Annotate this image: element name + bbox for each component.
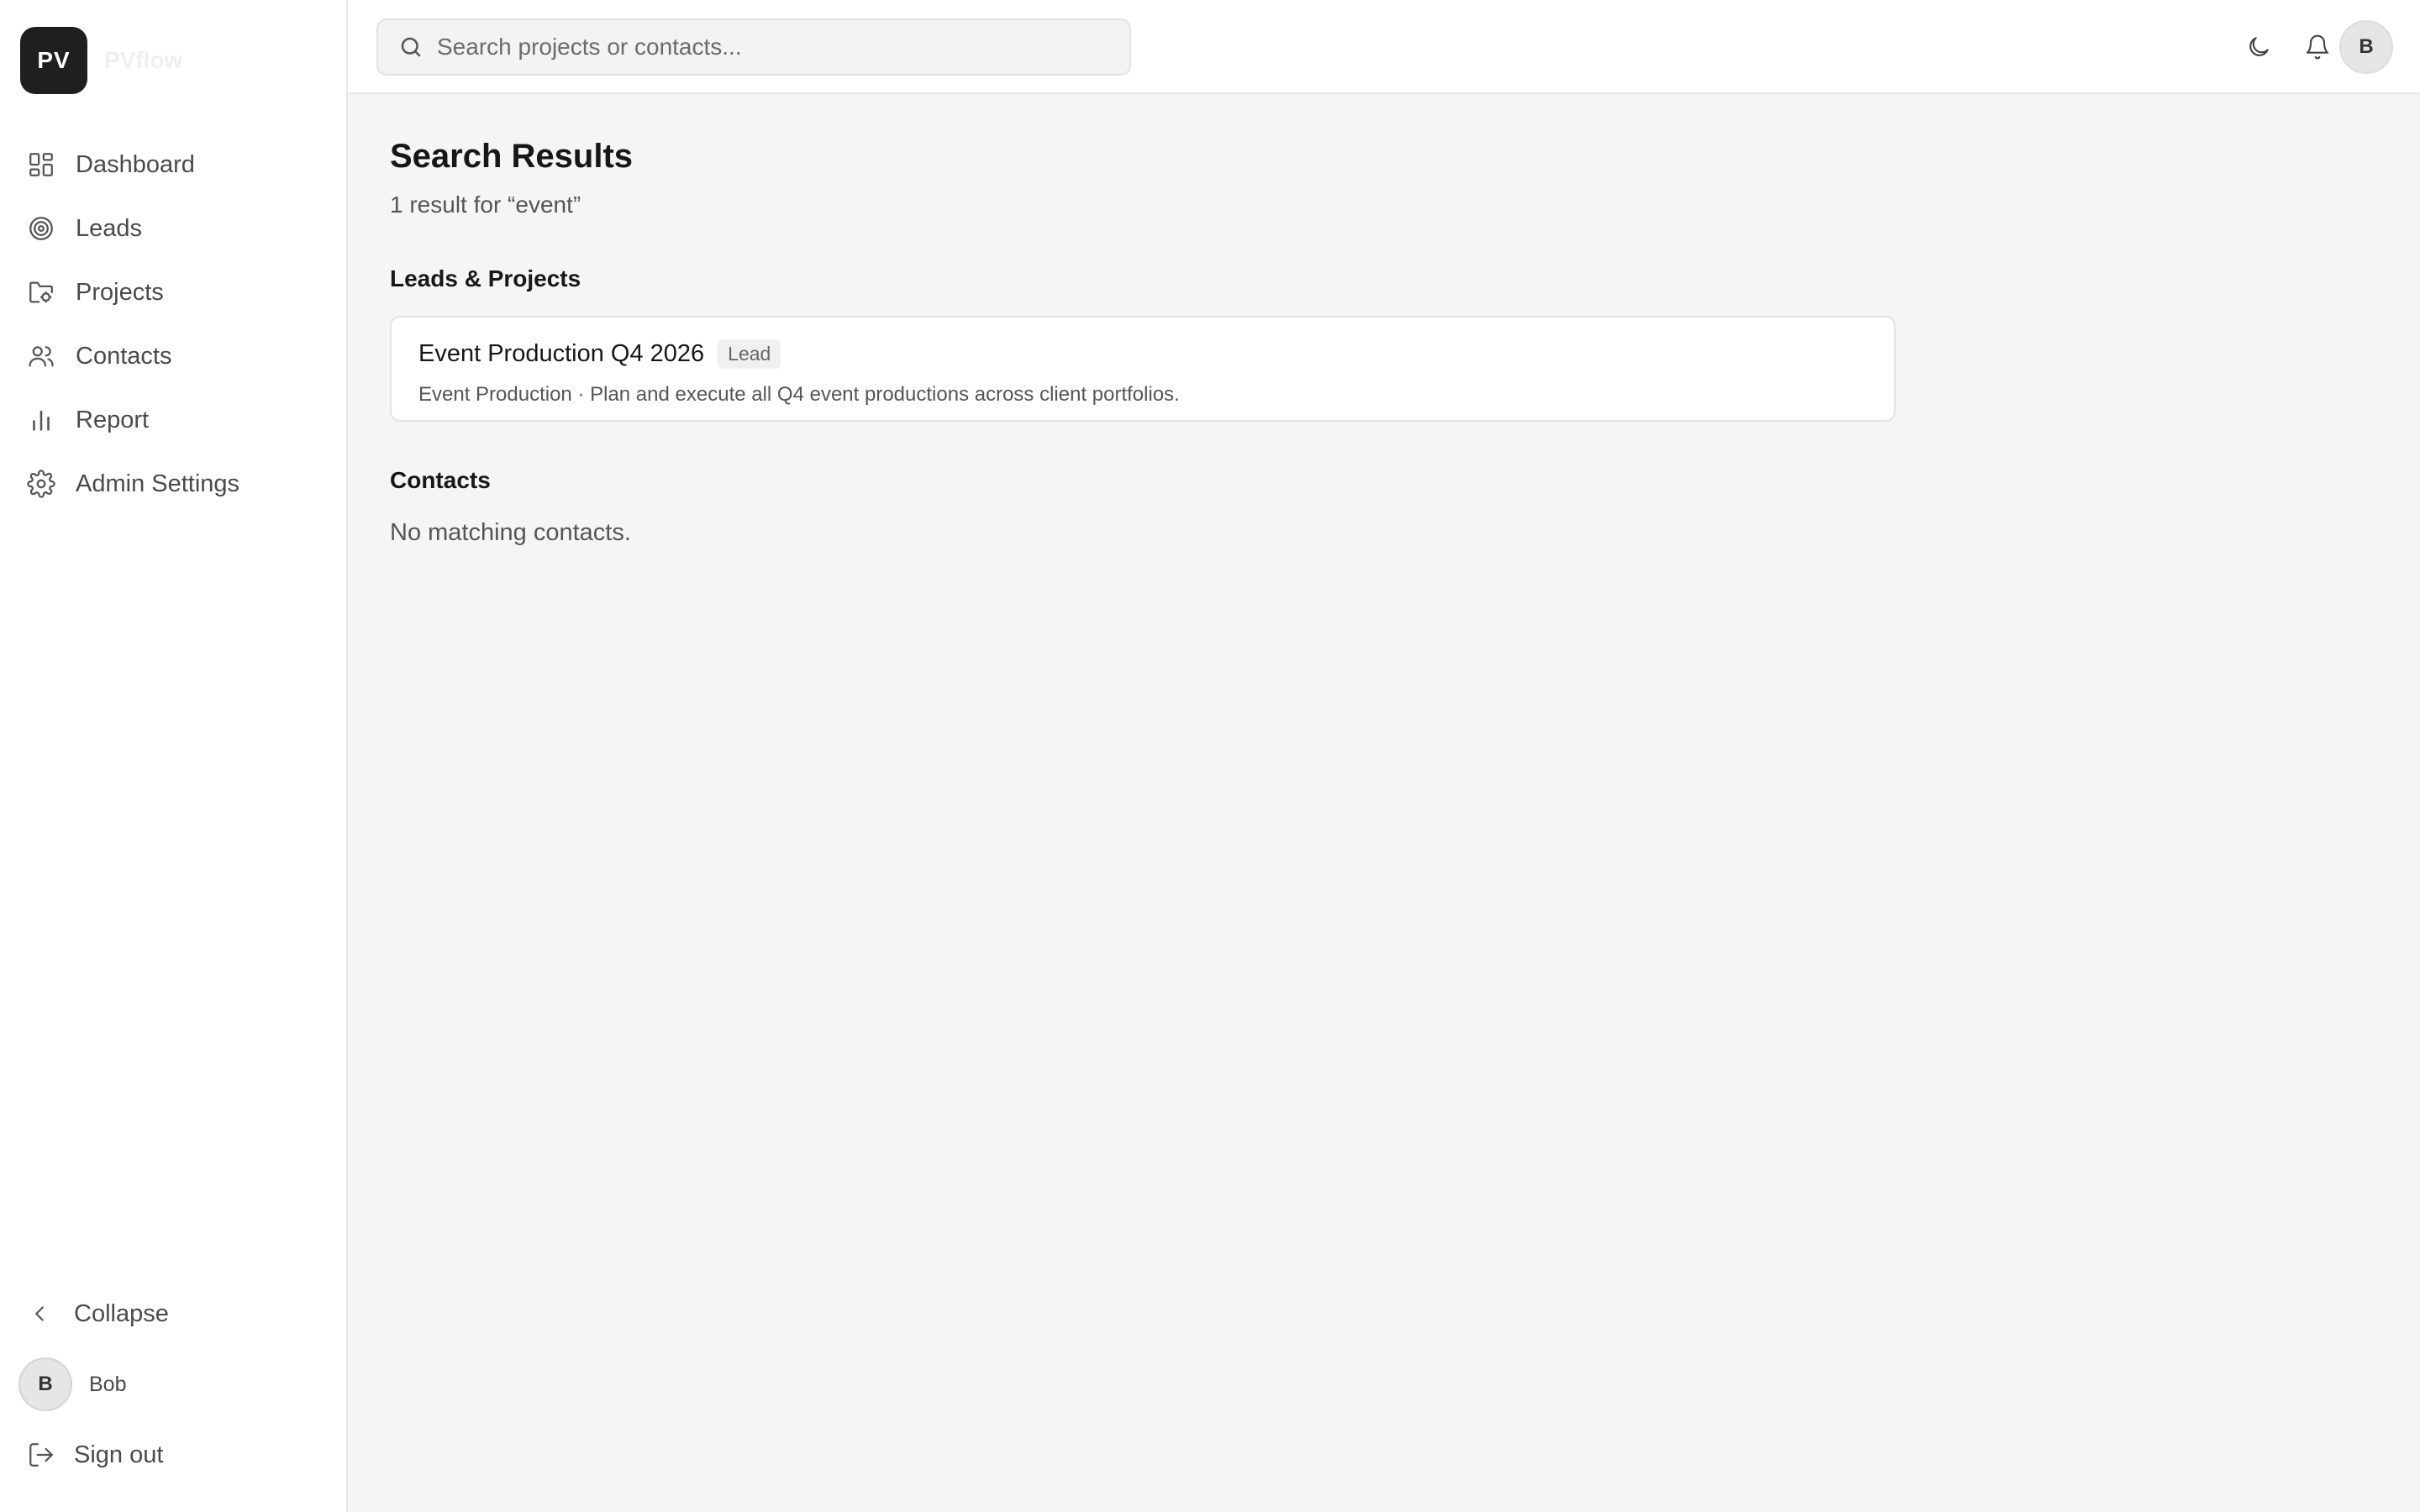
leads-projects-heading: Leads & Projects	[390, 265, 581, 291]
brand[interactable]: PV PVflow	[20, 27, 182, 94]
search-input[interactable]	[437, 34, 1109, 60]
search-icon	[401, 37, 421, 57]
contacts-heading: Contacts	[390, 467, 491, 493]
notifications-button[interactable]	[2299, 29, 2336, 66]
sidebar-item-projects[interactable]: Projects	[0, 260, 348, 324]
sidebar-item-label: Contacts	[76, 342, 172, 370]
sidebar: PV PVflow Dashboard Leads Projects Conta…	[0, 0, 348, 1512]
target-icon	[29, 217, 53, 240]
sidebar-nav: Dashboard Leads Projects Contacts Report…	[0, 133, 348, 516]
folder-icon	[29, 281, 53, 303]
status-badge: Lead	[718, 339, 781, 369]
sidebar-item-label: Projects	[76, 278, 164, 306]
result-title-row: Event Production Q4 2026 Lead	[418, 339, 781, 369]
moon-icon	[2249, 37, 2269, 56]
result-title[interactable]: Event Production Q4 2026	[418, 340, 704, 368]
sidebar-item-label: Leads	[76, 214, 143, 242]
sidebar-item-contacts[interactable]: Contacts	[0, 324, 348, 388]
collapse-label: Collapse	[74, 1299, 169, 1327]
topbar: B	[348, 0, 2420, 94]
bar-chart-icon	[33, 410, 50, 431]
sidebar-item-admin-settings[interactable]: Admin Settings	[0, 452, 348, 516]
user-name: Bob	[89, 1372, 127, 1396]
sidebar-user[interactable]: B Bob	[18, 1357, 126, 1411]
avatar[interactable]: B	[18, 1357, 72, 1411]
result-description: Event Production · Plan and execute all …	[418, 383, 1180, 406]
gear-icon	[27, 470, 55, 498]
page-title: Search Results	[390, 138, 634, 175]
chevron-left-icon	[35, 1306, 44, 1321]
sidebar-item-dashboard[interactable]: Dashboard	[0, 133, 348, 197]
sidebar-item-label: Dashboard	[76, 150, 195, 178]
sidebar-item-leads[interactable]: Leads	[0, 197, 348, 260]
sidebar-item-report[interactable]: Report	[0, 388, 348, 452]
sidebar-item-label: Report	[76, 406, 150, 433]
sign-out-label: Sign out	[74, 1441, 164, 1468]
user-avatar-button[interactable]: B	[2339, 20, 2393, 74]
search-bar[interactable]	[376, 18, 1131, 76]
brand-logo[interactable]: PV	[20, 27, 87, 94]
collapse-button[interactable]: Collapse	[27, 1295, 169, 1332]
theme-toggle-button[interactable]	[2240, 29, 2277, 66]
contacts-empty-message: No matching contacts.	[390, 519, 631, 546]
search-result-card[interactable]: Event Production Q4 2026 Lead Event Prod…	[390, 316, 1896, 422]
results-count: 1 result for “event”	[390, 192, 581, 218]
sign-out-button[interactable]: Sign out	[27, 1436, 163, 1473]
sidebar-item-label: Admin Settings	[76, 470, 240, 497]
users-icon	[29, 346, 54, 367]
dashboard-icon	[29, 153, 53, 176]
brand-name: PVflow	[104, 47, 183, 73]
bell-icon	[2306, 34, 2329, 60]
sign-out-icon	[29, 1443, 53, 1467]
